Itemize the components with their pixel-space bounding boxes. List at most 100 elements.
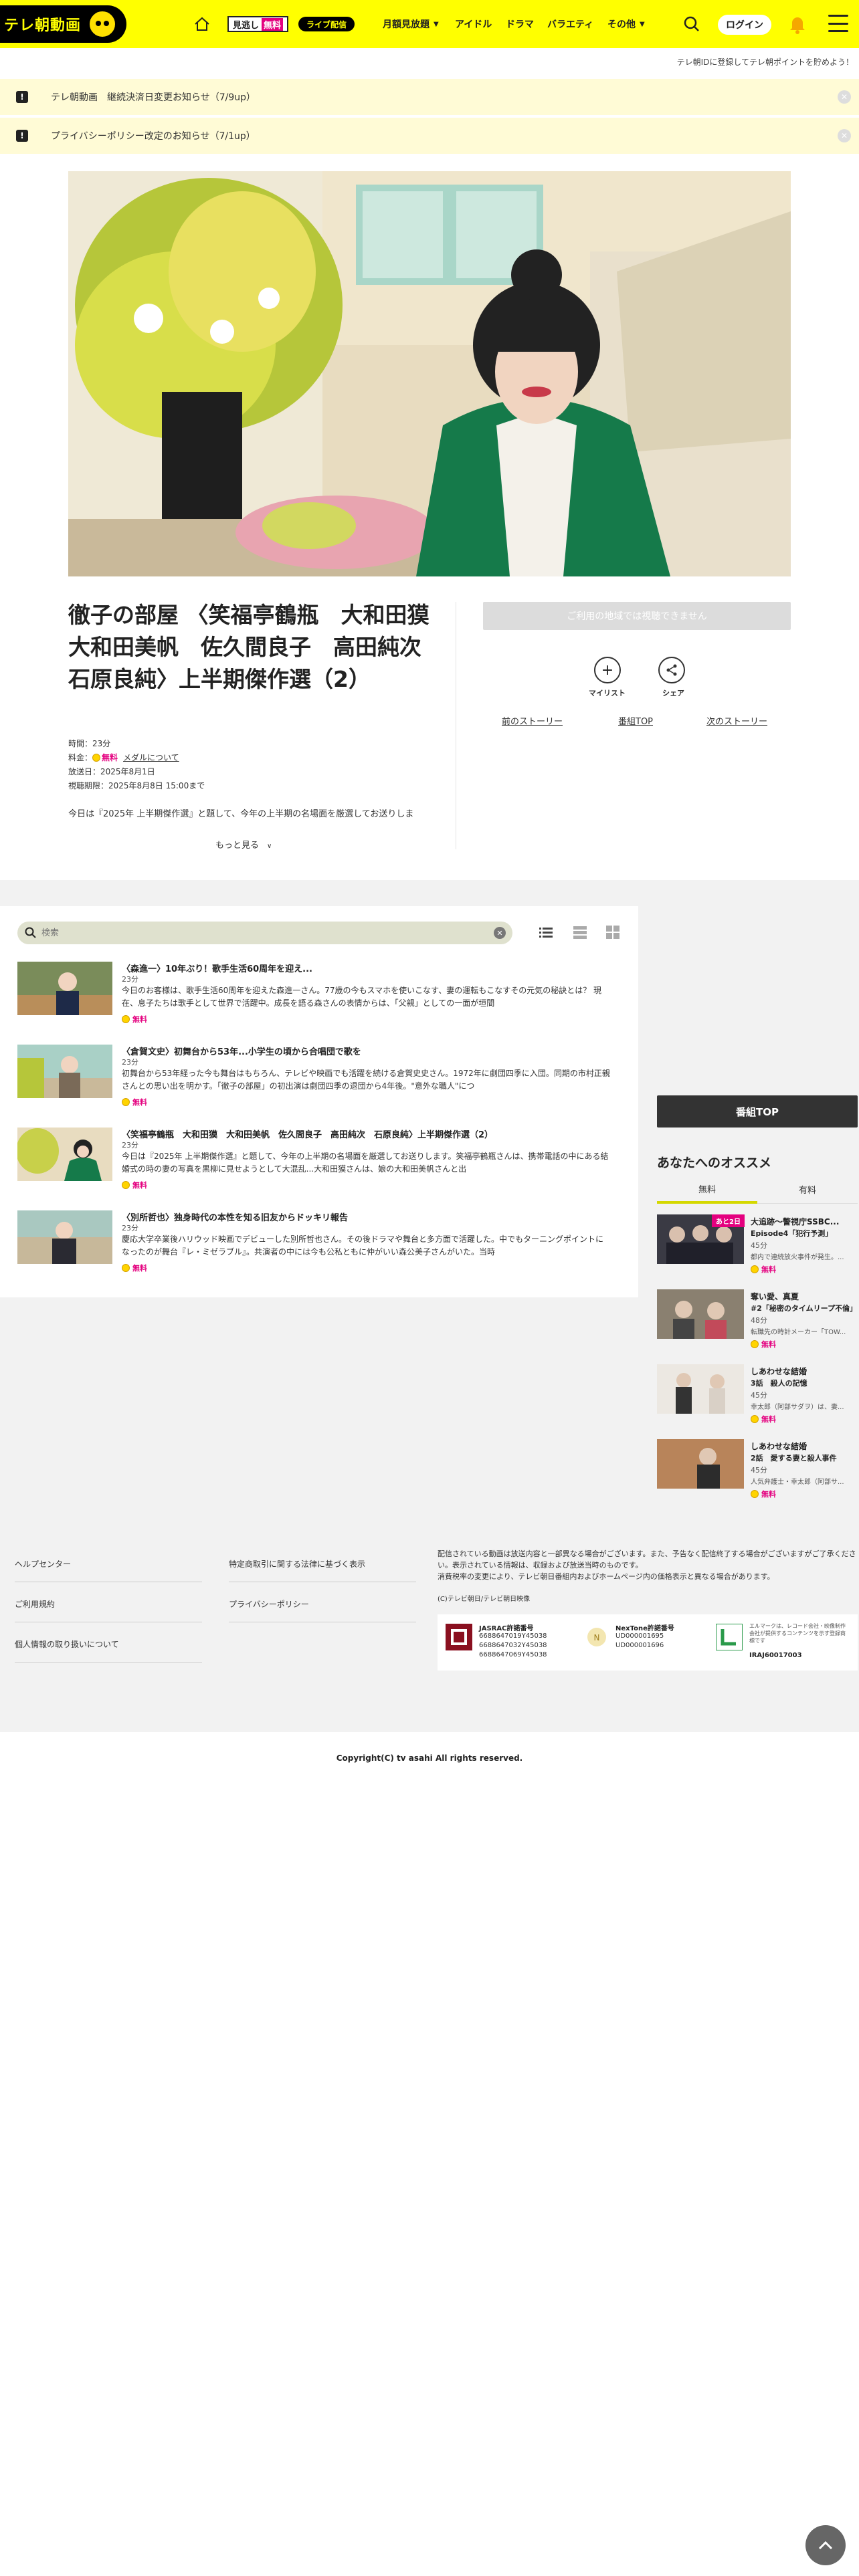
detail-view-icon[interactable] — [572, 924, 588, 940]
nav-monthly[interactable]: 月額見放題 ▼ — [383, 12, 439, 36]
notice-bar[interactable]: ! テレ朝動画 継続決済日変更お知らせ（7/9up） ✕ — [0, 79, 859, 115]
scroll-top-button[interactable] — [805, 2525, 846, 2565]
footer-link-help[interactable]: ヘルプセンター — [15, 1555, 202, 1582]
recommend-title[interactable]: しあわせな結婚 — [751, 1440, 858, 1452]
episode-duration: 23分 — [122, 1058, 138, 1067]
mylist-plus-icon[interactable]: + — [594, 657, 621, 683]
episode-title[interactable]: 〈森進一〉10年ぶり！歌手生活60周年を迎え... — [122, 962, 312, 974]
episode-title[interactable]: 〈笑福亭鶴瓶 大和田獏 大和田美帆 佐久間良子 高田純次 石原良純〉上半期傑作選… — [122, 1128, 493, 1140]
recommend-free-label: 無料 — [761, 1415, 776, 1424]
footer-link-personal-info[interactable]: 個人情報の取り扱いについて — [15, 1636, 202, 1662]
episode-description: 今日のお客様は、歌手生活60周年を迎えた森進一さん。77歳の今もスマホを使いこな… — [122, 986, 602, 1008]
promo-text[interactable]: テレ朝IDに登録してテレ朝ポイントを貯めよう！ — [677, 56, 854, 68]
episode-free-badge: 無料 — [122, 1014, 147, 1025]
notice-bar[interactable]: ! プライバシーポリシー改定のお知らせ（7/1up） ✕ — [0, 118, 859, 154]
recommend-subtitle: Episode4「犯行予測」 — [751, 1229, 833, 1238]
days-left-badge: あと2日 — [712, 1214, 745, 1227]
mise-label: 見逃し — [233, 20, 260, 31]
nav-other[interactable]: その他 ▼ — [607, 12, 645, 36]
search-icon[interactable] — [680, 12, 704, 36]
footer-link-commerce-law[interactable]: 特定商取引に関する法律に基づく表示 — [229, 1555, 416, 1582]
nav-drama[interactable]: ドラマ — [506, 12, 534, 36]
recommend-thumbnail[interactable] — [657, 1439, 744, 1489]
program-title: 徹子の部屋 〈笑福亭鶴瓶 大和田獏 大和田美帆 佐久間良子 高田純次 石原良純〉… — [68, 602, 452, 692]
recommend-thumbnail[interactable] — [657, 1364, 744, 1414]
mise-free-link[interactable]: 見逃し 無料 — [227, 16, 289, 32]
episode-thumbnail[interactable] — [17, 1128, 112, 1181]
medal-link[interactable]: メダルについて — [123, 753, 179, 762]
episode-thumbnail[interactable] — [17, 1210, 112, 1264]
coin-icon — [122, 1181, 130, 1189]
episode-free-badge: 無料 — [122, 1180, 147, 1190]
l-mark-text: エルマークは、レコード会社・映像制作会社が提供するコンテンツを示す登録商標です — [749, 1623, 846, 1644]
footer-note: 配信されている動画は放送内容と一部異なる場合がございます。また、予告なく配信終了… — [438, 1549, 856, 1581]
list-view-icon[interactable] — [538, 924, 554, 940]
nav-variety[interactable]: バラエティ — [547, 12, 593, 36]
program-expires: 視聴期限：2025年8月8日 15:00まで — [68, 781, 205, 790]
program-duration: 時間：23分 — [68, 739, 111, 748]
recommend-free-label: 無料 — [761, 1265, 776, 1274]
notice-text: プライバシーポリシー改定のお知らせ（7/1up） — [51, 131, 256, 142]
share-icon[interactable] — [658, 657, 685, 683]
list-item[interactable]: 〈森進一〉10年ぶり！歌手生活60周年を迎え... 23分 今日のお客様は、歌手… — [17, 962, 619, 1029]
search-field[interactable]: ✕ — [17, 922, 512, 944]
next-story-link[interactable]: 次のストーリー — [706, 714, 767, 727]
live-link[interactable]: ライブ配信 — [298, 17, 355, 31]
footer-link-terms[interactable]: ご利用規約 — [15, 1596, 202, 1622]
close-icon[interactable]: ✕ — [838, 129, 851, 142]
recommend-subtitle: #2「秘密のタイムリープ不倫」 — [751, 1304, 857, 1313]
more-button[interactable]: もっと見る ∨ — [215, 838, 272, 851]
notice-icon: ! — [16, 130, 28, 142]
bell-icon[interactable] — [788, 13, 807, 35]
recommend-title[interactable]: 奪い愛、真夏 — [751, 1291, 858, 1302]
episode-title[interactable]: 〈倉賀文史〉初舞台から53年...小学生の頃から合唱団で歌を — [122, 1045, 361, 1057]
tab-free[interactable]: 無料 — [657, 1176, 757, 1204]
recommend-description: 転職先の時計メーカー「TOW... — [751, 1329, 846, 1336]
episode-thumbnail[interactable] — [17, 962, 112, 1015]
search-icon — [25, 927, 36, 938]
nav-idol[interactable]: アイドル — [455, 12, 492, 36]
mylist-label: マイリスト — [589, 689, 626, 697]
coin-icon — [751, 1265, 759, 1273]
recommend-free-label: 無料 — [761, 1340, 776, 1349]
search-input[interactable] — [41, 926, 483, 940]
recommend-item[interactable]: しあわせな結婚 3話 殺人の記憶 45分 幸太郎（阿部サダヲ）は、妻... 無料 — [657, 1364, 858, 1431]
recommend-item[interactable]: しあわせな結婚 2話 愛する妻と殺人事件 45分 人気弁護士・幸太郎（阿部サ..… — [657, 1439, 858, 1506]
episode-description: 慶応大学卒業後ハリウッド映画でデビューした別所哲也さん。その後ドラマや舞台と多方… — [122, 1235, 604, 1257]
recommend-item[interactable]: あと2日 大追跡～警視庁SSBC... Episode4「犯行予測」 45分 都… — [657, 1214, 858, 1281]
prev-story-link[interactable]: 前のストーリー — [502, 714, 563, 727]
recommend-heading: あなたへのオススメ — [657, 1156, 772, 1170]
clear-icon[interactable]: ✕ — [494, 927, 506, 939]
nextone-codes: UD000001695 UD000001696 — [615, 1632, 664, 1650]
episode-thumbnail[interactable] — [17, 1045, 112, 1098]
l-mark-logo-icon — [715, 1623, 743, 1651]
tab-paid[interactable]: 有料 — [757, 1176, 858, 1204]
nav-other-label: その他 — [607, 19, 636, 30]
footer-link-privacy[interactable]: プライバシーポリシー — [229, 1596, 416, 1622]
program-top-button[interactable]: 番組TOP — [657, 1095, 858, 1128]
recommend-item[interactable]: 奪い愛、真夏 #2「秘密のタイムリープ不倫」 48分 転職先の時計メーカー「TO… — [657, 1289, 858, 1356]
recommend-thumbnail[interactable] — [657, 1289, 744, 1339]
site-logo[interactable]: テレ朝動画 — [0, 5, 127, 43]
chevron-down-icon: ▼ — [640, 20, 645, 28]
list-item[interactable]: 〈別所哲也〉独身時代の本性を知る旧友からドッキリ報告 23分 慶応大学卒業後ハリ… — [17, 1210, 619, 1277]
program-description: 今日は『2025年 上半期傑作選』と題して、今年の上半期の名場面を厳選してお送り… — [68, 809, 414, 819]
nextone-logo-icon: N — [583, 1624, 610, 1650]
close-icon[interactable]: ✕ — [838, 90, 851, 104]
list-item[interactable]: 〈倉賀文史〉初舞台から53年...小学生の頃から合唱団で歌を 23分 初舞台から… — [17, 1045, 619, 1111]
login-button[interactable]: ログイン — [718, 15, 771, 35]
episode-free-label: 無料 — [132, 1181, 147, 1190]
jasrac-code: 6688647069Y45038 — [479, 1651, 547, 1658]
recommend-title[interactable]: 大追跡～警視庁SSBC... — [751, 1216, 858, 1227]
hamburger-menu-icon[interactable] — [828, 15, 848, 32]
episode-title[interactable]: 〈別所哲也〉独身時代の本性を知る旧友からドッキリ報告 — [122, 1210, 348, 1223]
home-icon[interactable] — [191, 12, 213, 36]
list-item[interactable]: 〈笑福亭鶴瓶 大和田獏 大和田美帆 佐久間良子 高田純次 石原良純〉上半期傑作選… — [17, 1128, 619, 1194]
program-top-link[interactable]: 番組TOP — [618, 714, 653, 727]
program-meta: 時間：23分 料金： 無料 メダルについて 放送日：2025年8月1日 視聴期限：2… — [68, 737, 205, 793]
grid-view-icon[interactable] — [605, 924, 621, 940]
episode-duration: 23分 — [122, 975, 138, 984]
coin-icon — [92, 754, 101, 762]
recommend-title[interactable]: しあわせな結婚 — [751, 1366, 858, 1377]
mascot-icon — [88, 9, 118, 39]
